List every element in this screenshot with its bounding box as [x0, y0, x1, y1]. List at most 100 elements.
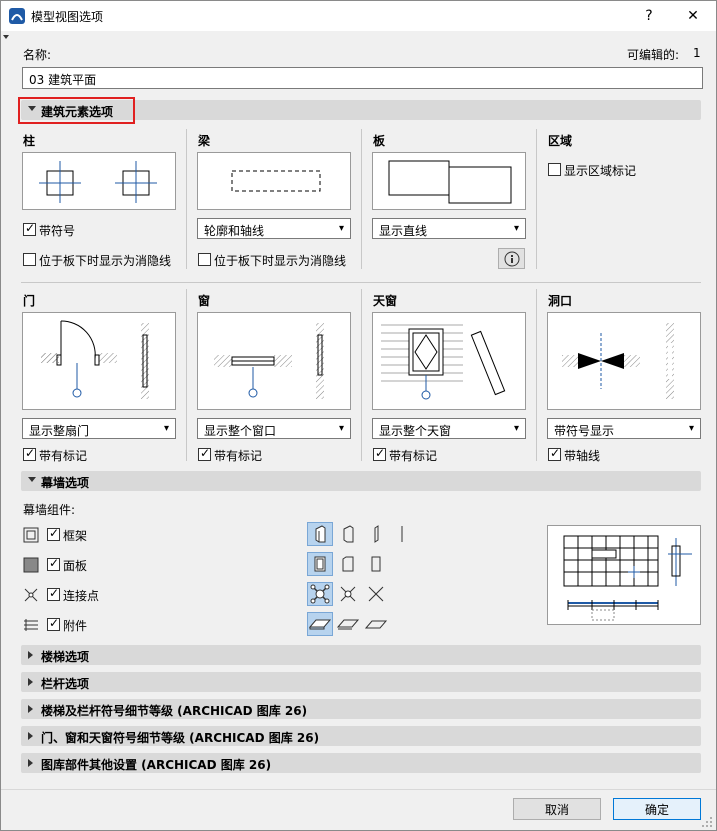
panel-outline-button[interactable]	[335, 552, 361, 576]
cancel-button[interactable]: 取消	[513, 798, 601, 820]
section-railing-header[interactable]: 栏杆选项	[21, 672, 701, 692]
info-icon	[504, 251, 519, 266]
junction-icon	[24, 588, 38, 602]
section-library-other-header[interactable]: 图库部件其他设置 (ARCHICAD 图库 26)	[21, 753, 701, 773]
frame-checkbox[interactable]	[47, 526, 60, 541]
accessory-outline-button[interactable]	[335, 612, 361, 636]
help-button[interactable]: ?	[627, 1, 671, 31]
opening-preview	[547, 312, 701, 410]
slab-preview	[372, 152, 526, 210]
window-marker-checkbox[interactable]	[198, 446, 211, 461]
column-show-symbol-checkbox[interactable]	[23, 221, 36, 236]
section-door-symbol-label: 门、窗和天窗符号细节等级 (ARCHICAD 图库 26)	[41, 731, 320, 745]
close-icon: ✕	[687, 8, 699, 24]
beam-hidden-checkbox[interactable]	[198, 253, 211, 266]
door-preview	[22, 312, 176, 410]
accessory-full-button[interactable]	[307, 612, 333, 636]
info-button[interactable]	[498, 248, 525, 269]
skylight-marker-label: 带有标记	[389, 449, 438, 463]
chevron-right-icon	[28, 732, 33, 740]
section-stair-symbol-label: 楼梯及栏杆符号细节等级 (ARCHICAD 图库 26)	[41, 704, 308, 718]
window-title: 模型视图选项	[31, 10, 104, 24]
panel-checkbox[interactable]	[47, 556, 60, 571]
curtain-preview-drawing	[563, 535, 692, 621]
section-door-symbol-header[interactable]: 门、窗和天窗符号细节等级 (ARCHICAD 图库 26)	[21, 726, 701, 746]
frame-outline-icon	[343, 525, 354, 543]
window-marker-label: 带有标记	[214, 449, 263, 463]
accessory-outline-icon	[336, 619, 360, 630]
junction-outline-button[interactable]	[335, 582, 361, 606]
opening-preview-drawing	[562, 323, 674, 399]
frame-3d-icon	[315, 525, 326, 543]
section-curtain-header[interactable]: 幕墙选项	[21, 471, 701, 491]
section-curtain-label: 幕墙选项	[41, 476, 90, 490]
frame-full-3d-button[interactable]	[307, 522, 333, 546]
frame-line-button[interactable]	[363, 522, 389, 546]
window-display-select[interactable]: 显示整个窗口 ▾	[197, 418, 351, 439]
skylight-title: 天窗	[373, 294, 398, 308]
chevron-right-icon	[28, 678, 33, 686]
column-divider	[361, 129, 362, 269]
panel-simple-button[interactable]	[363, 552, 389, 576]
panel-full-button[interactable]	[307, 552, 333, 576]
close-button[interactable]: ✕	[671, 1, 715, 31]
opening-axis-checkbox[interactable]	[548, 446, 561, 461]
frame-axis-button[interactable]	[389, 522, 415, 546]
chevron-down-icon: ▾	[338, 223, 344, 234]
junction-full-button[interactable]	[307, 582, 333, 606]
curtain-preview	[547, 525, 701, 625]
section-railing-label: 栏杆选项	[41, 677, 90, 691]
opening-axis-label: 带轴线	[564, 449, 601, 463]
slab-title: 板	[373, 134, 386, 148]
accessory-line-button[interactable]	[363, 612, 389, 636]
accessory-icon	[24, 619, 38, 631]
junction-checkbox[interactable]	[47, 586, 60, 601]
corner-marker-icon	[3, 35, 9, 39]
skylight-preview	[372, 312, 526, 410]
chevron-right-icon	[28, 705, 33, 713]
cancel-label: 取消	[544, 802, 569, 817]
junction-label: 连接点	[63, 589, 100, 603]
opening-title: 洞口	[548, 294, 573, 308]
chevron-right-icon	[28, 651, 33, 659]
junction-line-icon	[368, 586, 384, 602]
name-label: 名称:	[23, 48, 52, 62]
door-title: 门	[23, 294, 36, 308]
beam-display-value: 轮廓和轴线	[204, 224, 265, 238]
section-stair-symbol-header[interactable]: 楼梯及栏杆符号细节等级 (ARCHICAD 图库 26)	[21, 699, 701, 719]
column-divider	[361, 289, 362, 461]
beam-hidden-label: 位于板下时显示为消隐线	[214, 254, 347, 268]
slab-display-value: 显示直线	[379, 224, 428, 238]
opening-display-select[interactable]: 带符号显示 ▾	[547, 418, 701, 439]
window-title-label: 窗	[198, 294, 211, 308]
frame-outline-button[interactable]	[335, 522, 361, 546]
accessory-label: 附件	[63, 619, 88, 633]
column-preview	[22, 152, 176, 210]
door-marker-checkbox[interactable]	[23, 446, 36, 461]
junction-outline-icon	[340, 586, 356, 602]
column-divider	[186, 289, 187, 461]
column-divider	[536, 289, 537, 461]
beam-title: 梁	[198, 134, 211, 148]
junction-full-icon	[310, 584, 330, 604]
window-preview-drawing	[214, 323, 324, 399]
section-stairs-header[interactable]: 楼梯选项	[21, 645, 701, 665]
junction-line-button[interactable]	[363, 582, 389, 606]
beam-display-select[interactable]: 轮廓和轴线 ▾	[197, 218, 351, 239]
accessory-checkbox[interactable]	[47, 616, 60, 631]
zone-show-stamp-checkbox[interactable]	[548, 163, 561, 176]
name-input[interactable]: 03 建筑平面	[22, 67, 703, 89]
column-hidden-checkbox[interactable]	[23, 253, 36, 266]
frame-line-icon	[374, 525, 379, 543]
door-display-select[interactable]: 显示整扇门 ▾	[22, 418, 176, 439]
frame-label: 框架	[63, 529, 88, 543]
skylight-marker-checkbox[interactable]	[373, 446, 386, 461]
column-preview-drawing	[39, 161, 157, 203]
skylight-display-select[interactable]: 显示整个天窗 ▾	[372, 418, 526, 439]
resize-grip-icon[interactable]	[701, 816, 713, 828]
ok-button[interactable]: 确定	[613, 798, 701, 820]
beam-preview-drawing	[231, 170, 321, 192]
panel-label: 面板	[63, 559, 88, 573]
slab-display-select[interactable]: 显示直线 ▾	[372, 218, 526, 239]
chevron-down-icon: ▾	[513, 423, 519, 434]
